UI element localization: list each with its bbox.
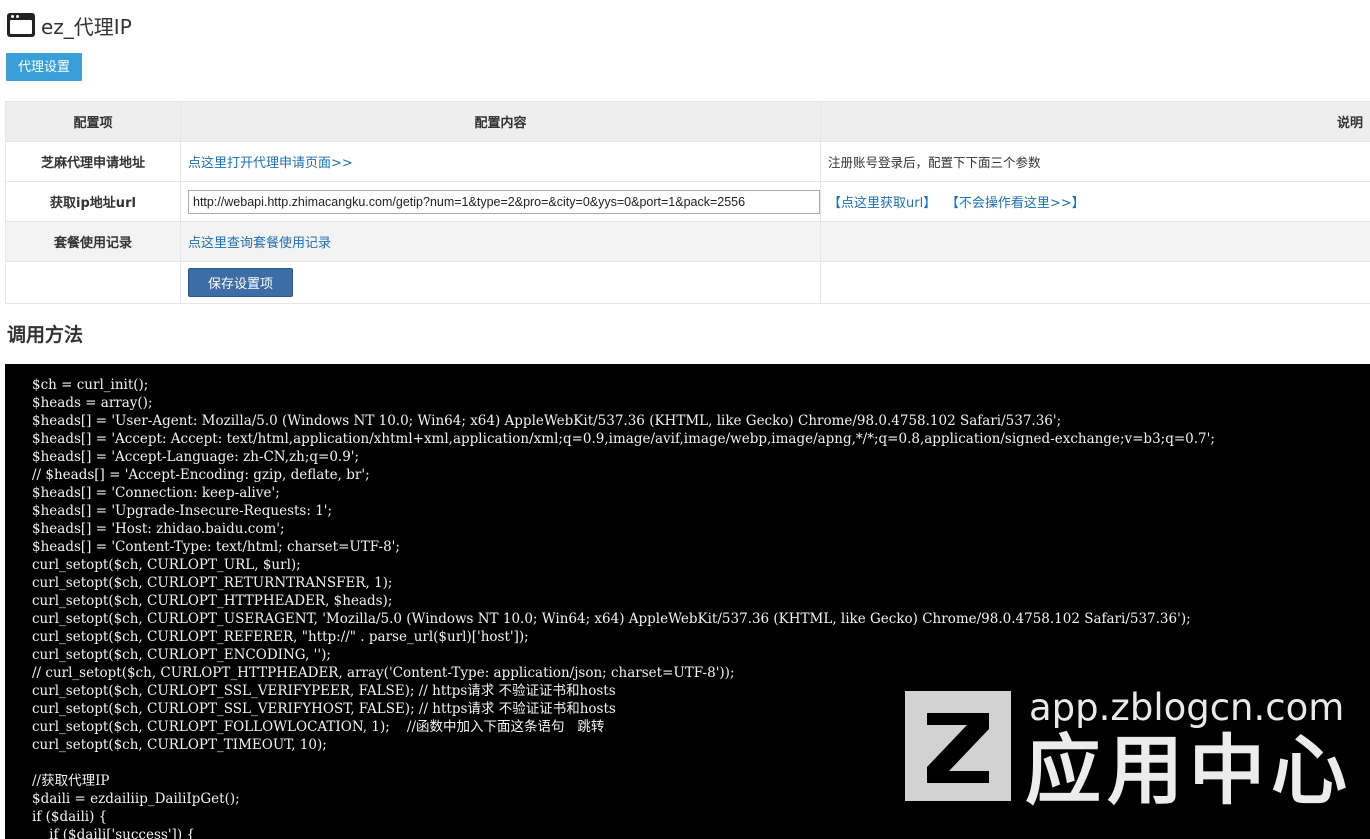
usage-record-link[interactable]: 点这里查询套餐使用记录	[188, 236, 331, 251]
app-header: ez_代理IP	[7, 10, 132, 40]
row-label	[5, 261, 181, 304]
header-config-content: 配置内容	[180, 101, 821, 142]
open-proxy-apply-link[interactable]: 点这里打开代理申请页面>>	[188, 156, 353, 171]
config-table: 配置项 配置内容 说明 芝麻代理申请地址 点这里打开代理申请页面>> 注册账号登…	[5, 101, 1370, 304]
row-description	[820, 221, 1370, 262]
app-title: ez_代理IP	[41, 14, 132, 39]
table-row: 获取ip地址url 【点这里获取url】 【不会操作看这里>>】	[5, 181, 1370, 222]
table-header-row: 配置项 配置内容 说明	[5, 101, 1370, 142]
table-row: 保存设置项	[5, 261, 1370, 304]
get-url-link[interactable]: 【点这里获取url】	[828, 196, 936, 211]
row-description: 注册账号登录后，配置下下面三个参数	[820, 141, 1370, 182]
code-block: $ch = curl_init(); $heads = array(); $he…	[5, 364, 1370, 839]
row-label: 芝麻代理申请地址	[5, 141, 181, 182]
section-title: 调用方法	[7, 324, 84, 346]
row-content: 保存设置项	[180, 261, 821, 304]
header-config-item: 配置项	[5, 101, 181, 142]
table-row: 芝麻代理申请地址 点这里打开代理申请页面>> 注册账号登录后，配置下下面三个参数	[5, 141, 1370, 182]
row-content	[180, 181, 821, 222]
app-window-icon	[7, 13, 35, 37]
row-description: 【点这里获取url】 【不会操作看这里>>】	[820, 181, 1370, 222]
row-description	[820, 261, 1370, 304]
save-settings-button[interactable]: 保存设置项	[188, 268, 294, 297]
row-label: 获取ip地址url	[5, 181, 181, 222]
ip-url-input[interactable]	[188, 189, 820, 214]
help-link[interactable]: 【不会操作看这里>>】	[946, 196, 1085, 211]
header-description: 说明	[820, 101, 1370, 142]
row-label: 套餐使用记录	[5, 221, 181, 262]
row-content: 点这里打开代理申请页面>>	[180, 141, 821, 182]
row-content: 点这里查询套餐使用记录	[180, 221, 821, 262]
table-row: 套餐使用记录 点这里查询套餐使用记录	[5, 221, 1370, 262]
code-text: $ch = curl_init(); $heads = array(); $he…	[32, 377, 1215, 839]
tab-proxy-settings[interactable]: 代理设置	[6, 53, 82, 81]
